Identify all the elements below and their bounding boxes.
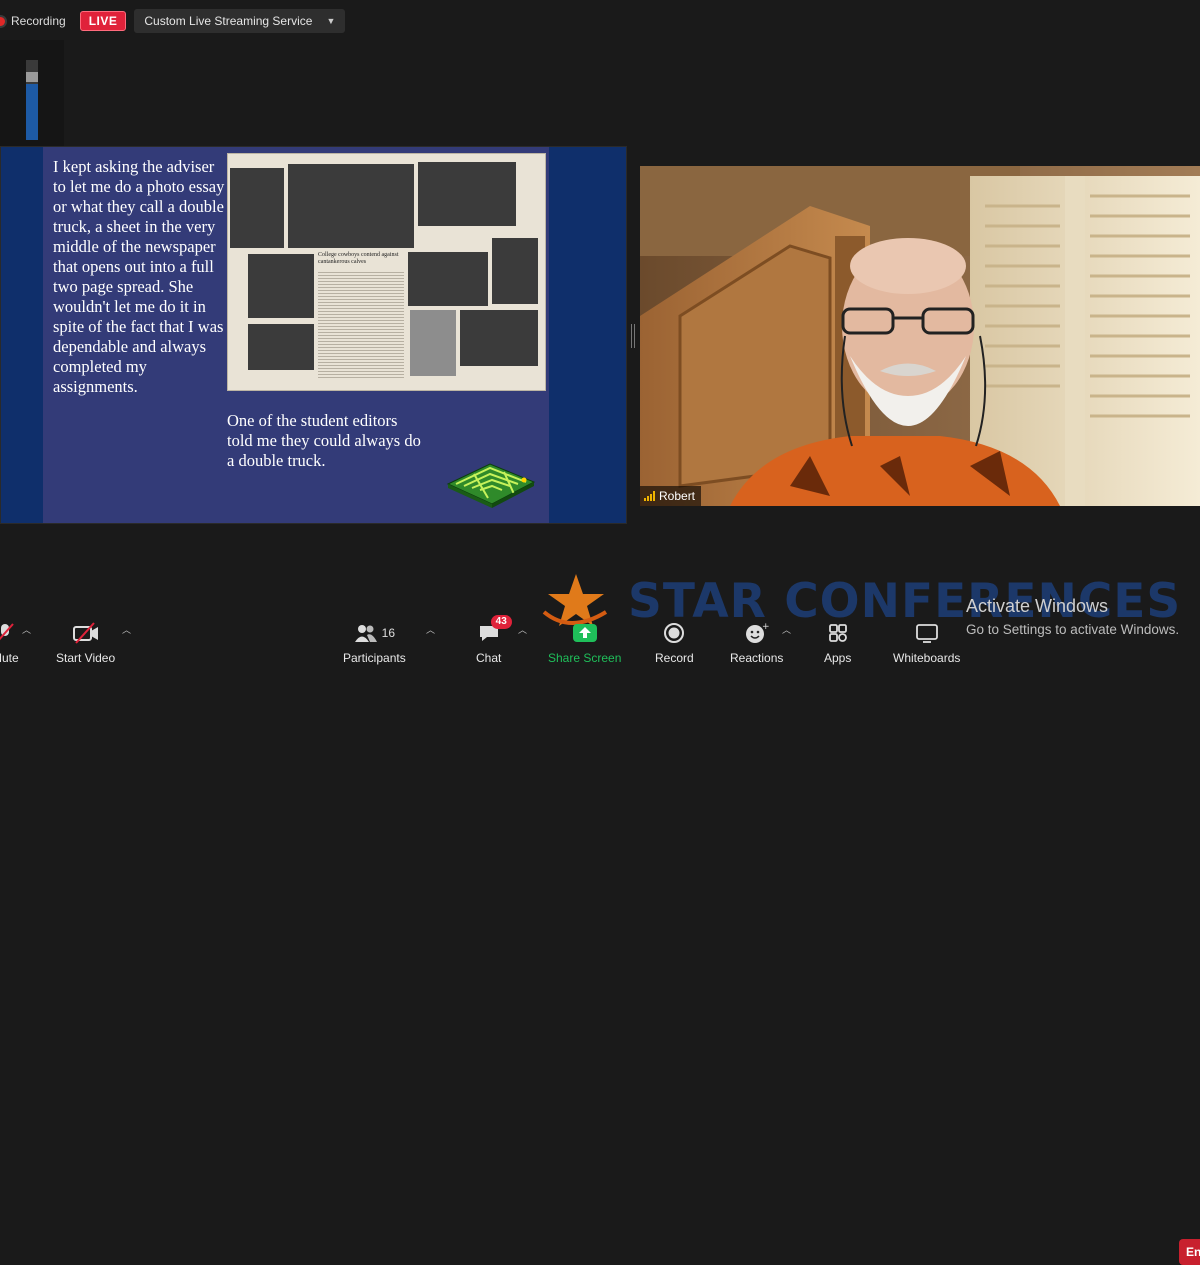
recording-dot-icon bbox=[0, 16, 5, 26]
caret-down-icon: ▼ bbox=[326, 16, 336, 26]
stream-service-dropdown[interactable]: Custom Live Streaming Service ▼ bbox=[134, 9, 346, 33]
start-video-button[interactable]: Start Video bbox=[56, 621, 115, 665]
start-video-label: Start Video bbox=[56, 651, 116, 665]
video-options-caret-icon[interactable]: ︿ bbox=[122, 623, 131, 636]
participant-name: Robert bbox=[659, 489, 696, 503]
chat-label: Chat bbox=[476, 651, 502, 665]
top-status-bar: Recording LIVE Custom Live Streaming Ser… bbox=[0, 8, 346, 34]
whiteboard-icon bbox=[915, 621, 939, 645]
audio-options-caret-icon[interactable]: ︿ bbox=[22, 623, 31, 636]
whiteboards-label: Whiteboards bbox=[893, 651, 961, 665]
volume-level-fill bbox=[26, 84, 38, 140]
slide-body-text: I kept asking the adviser to let me do a… bbox=[53, 157, 225, 396]
newspaper-photo bbox=[408, 252, 488, 306]
newspaper-photo bbox=[460, 310, 538, 366]
newspaper-photo bbox=[230, 168, 284, 248]
reactions-label: Reactions bbox=[730, 651, 784, 665]
record-button[interactable]: Record bbox=[655, 621, 694, 665]
chat-unread-badge: 43 bbox=[490, 615, 512, 629]
microphone-muted-icon bbox=[0, 621, 16, 645]
record-icon bbox=[663, 621, 685, 645]
connection-signal-icon bbox=[644, 491, 655, 501]
newspaper-article-columns bbox=[318, 272, 404, 380]
participants-label: Participants bbox=[343, 651, 406, 665]
volume-slider-handle[interactable] bbox=[26, 72, 38, 82]
mute-label: Mute bbox=[0, 651, 19, 665]
slide-caption-text: One of the student editors told me they … bbox=[227, 411, 421, 470]
apps-button[interactable]: Apps bbox=[824, 621, 851, 665]
participants-options-caret-icon[interactable]: ︿ bbox=[426, 623, 435, 636]
split-view-divider[interactable] bbox=[631, 324, 635, 348]
shared-screen-slide: I kept asking the adviser to let me do a… bbox=[0, 146, 627, 524]
volume-slider[interactable] bbox=[26, 60, 38, 140]
reactions-smiley-icon: + bbox=[745, 621, 769, 645]
participants-icon: 16 bbox=[354, 621, 395, 645]
newspaper-photo bbox=[248, 254, 314, 318]
recording-indicator[interactable]: Recording bbox=[0, 14, 66, 28]
chat-icon: 43 bbox=[478, 615, 512, 645]
share-screen-label: Share Screen bbox=[548, 651, 622, 665]
chat-options-caret-icon[interactable]: ︿ bbox=[518, 623, 527, 636]
reactions-options-caret-icon[interactable]: ︿ bbox=[782, 623, 791, 636]
share-screen-icon bbox=[572, 621, 598, 645]
whiteboards-button[interactable]: Whiteboards bbox=[893, 621, 960, 665]
newspaper-photo bbox=[248, 324, 314, 370]
participant-name-tag: Robert bbox=[640, 486, 702, 506]
newspaper-photo bbox=[288, 164, 414, 248]
participants-button[interactable]: 16 Participants bbox=[343, 621, 406, 665]
newspaper-photo bbox=[492, 238, 538, 304]
newspaper-headline: College cowboys contend against cantanke… bbox=[318, 252, 399, 265]
reactions-button[interactable]: + Reactions bbox=[730, 621, 783, 665]
live-badge[interactable]: LIVE bbox=[79, 11, 127, 31]
participant-video-feed bbox=[640, 166, 1200, 506]
apps-icon bbox=[827, 621, 849, 645]
record-label: Record bbox=[655, 651, 694, 665]
chat-button[interactable]: 43 Chat bbox=[476, 615, 512, 665]
video-off-icon bbox=[72, 621, 100, 645]
maze-clipart-icon bbox=[446, 463, 536, 508]
recording-label: Recording bbox=[11, 14, 66, 28]
newspaper-spread-image: College cowboys contend against cantanke… bbox=[227, 153, 546, 391]
svg-text:+: + bbox=[762, 622, 769, 632]
participants-count: 16 bbox=[381, 626, 396, 640]
share-screen-button[interactable]: Share Screen bbox=[548, 621, 621, 665]
stream-service-label: Custom Live Streaming Service bbox=[144, 14, 313, 28]
newspaper-photo bbox=[410, 310, 456, 376]
mute-button[interactable]: Mute bbox=[0, 621, 19, 665]
apps-label: Apps bbox=[824, 651, 852, 665]
meeting-toolbar: Mute ︿ Start Video ︿ 16 Participants ︿ 4… bbox=[0, 607, 1200, 1265]
newspaper-photo bbox=[418, 162, 516, 226]
end-meeting-button[interactable]: End bbox=[1179, 1239, 1200, 1265]
participant-video-tile[interactable]: Robert bbox=[640, 166, 1200, 506]
